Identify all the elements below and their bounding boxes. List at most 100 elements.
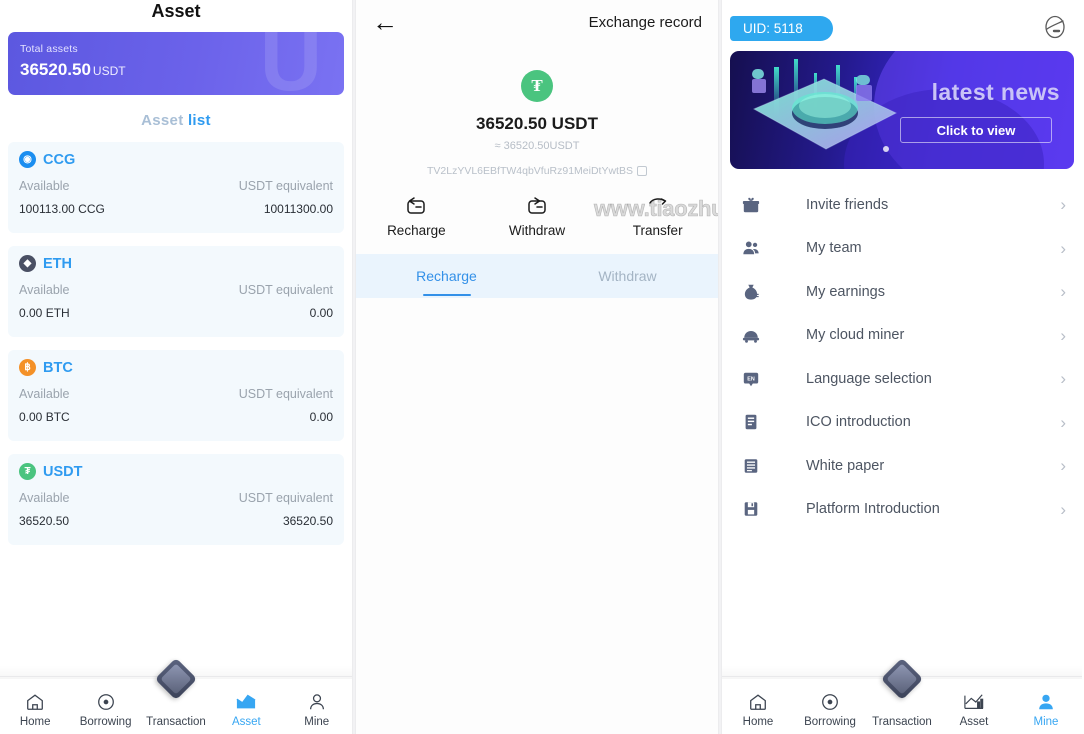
- transfer-button[interactable]: Transfer: [597, 195, 718, 238]
- left-tab-mine[interactable]: Mine: [282, 690, 352, 728]
- mine-panel: UID: 5118 latest news Click to view Invi…: [722, 0, 1082, 734]
- wallet-address: TV2LzYVL6EBfTW4qbVfuRz91MeiDtYwtBS: [426, 165, 633, 177]
- page-title: Asset: [151, 1, 201, 21]
- asset-card-values: 0.00 BTC 0.00: [19, 410, 333, 424]
- equivalent-label: USDT equivalent: [238, 491, 333, 505]
- menu-item-ico-introduction[interactable]: ICO introduction ›: [722, 401, 1082, 445]
- back-arrow-icon[interactable]: ←: [372, 9, 398, 35]
- asset-panel: Asset U Total assets 36520.50 USDT Asset …: [0, 0, 352, 734]
- news-banner[interactable]: latest news Click to view: [730, 51, 1074, 169]
- right-tab-label: Borrowing: [804, 716, 856, 728]
- mine-menu-list: Invite friends › My team › My earnings ›…: [722, 183, 1082, 531]
- recharge-withdraw-tabs: Recharge Withdraw: [356, 254, 718, 298]
- asset-card-eth[interactable]: ◆ ETH Available USDT equivalent 0.00 ETH…: [8, 246, 344, 337]
- asset-list-heading-part2: list: [187, 112, 211, 129]
- asset-card-values: 100113.00 CCG 10011300.00: [19, 202, 333, 216]
- asset-symbol: ETH: [43, 255, 72, 272]
- balance-amount: 36520.50 USDT: [476, 114, 598, 133]
- left-tab-label: Asset: [231, 716, 261, 728]
- left-tab-transaction[interactable]: Transaction: [141, 657, 211, 728]
- gift-icon: [742, 196, 768, 214]
- total-assets-card: U Total assets 36520.50 USDT: [8, 32, 344, 95]
- menu-item-label: White paper: [806, 457, 885, 474]
- left-tab-label: Transaction: [146, 716, 206, 728]
- right-tab-asset[interactable]: Asset: [938, 690, 1010, 728]
- bottom-navigation[interactable]: Home Borrowing Transaction Asset Mine: [0, 657, 352, 734]
- home-icon: [722, 690, 794, 714]
- asset-symbol: USDT: [43, 463, 83, 480]
- total-assets-unit: USDT: [92, 64, 126, 78]
- chevron-right-icon: ›: [1060, 369, 1066, 389]
- paper-icon: [742, 457, 768, 475]
- wallet-address-row[interactable]: TV2LzYVL6EBfTW4qbVfuRz91MeiDtYwtBS: [356, 165, 718, 177]
- right-tab-label: Home: [742, 716, 774, 728]
- menu-item-my-cloud-miner[interactable]: My cloud miner ›: [722, 314, 1082, 358]
- menu-item-my-earnings[interactable]: My earnings ›: [722, 270, 1082, 314]
- equivalent-value: 10011300.00: [263, 202, 333, 216]
- eth-icon: ◆: [19, 255, 36, 272]
- chevron-right-icon: ›: [1060, 195, 1066, 215]
- withdraw-label: Withdraw: [508, 223, 566, 238]
- menu-item-label: Platform Introduction: [806, 501, 940, 518]
- asset-card-usdt[interactable]: ₮ USDT Available USDT equivalent 36520.5…: [8, 454, 344, 545]
- three-panel-screenshot: Asset U Total assets 36520.50 USDT Asset …: [0, 0, 1084, 734]
- equivalent-value: 36520.50: [282, 514, 333, 528]
- btc-icon: ฿: [19, 359, 36, 376]
- right-tab-home[interactable]: Home: [722, 690, 794, 728]
- asset-card-header: ฿ BTC: [19, 359, 333, 376]
- right-tab-label: Mine: [1033, 716, 1059, 728]
- middle-header: ← Exchange record: [356, 0, 718, 44]
- available-value: 100113.00 CCG: [19, 202, 105, 216]
- left-tab-asset[interactable]: Asset: [211, 690, 281, 728]
- available-label: Available: [19, 179, 70, 193]
- asset-card-labels: Available USDT equivalent: [19, 179, 333, 193]
- banner-cta-button[interactable]: Click to view: [900, 117, 1052, 143]
- menu-item-label: My earnings: [806, 283, 885, 300]
- menu-item-invite-friends[interactable]: Invite friends ›: [722, 183, 1082, 227]
- menu-item-my-team[interactable]: My team ›: [722, 227, 1082, 271]
- available-value: 36520.50: [19, 514, 70, 528]
- banner-artwork: [752, 59, 898, 152]
- equivalent-value: 0.00: [309, 410, 333, 424]
- banner-title: latest news: [931, 79, 1060, 105]
- menu-item-platform-introduction[interactable]: Platform Introduction ›: [722, 488, 1082, 532]
- right-tab-mine[interactable]: Mine: [1010, 690, 1082, 728]
- middle-page-title: Exchange record: [588, 13, 702, 31]
- menu-item-white-paper[interactable]: White paper ›: [722, 444, 1082, 488]
- asset-card-btc[interactable]: ฿ BTC Available USDT equivalent 0.00 BTC…: [8, 350, 344, 441]
- money-bag-icon: [742, 283, 768, 301]
- exchange-record-panel: ← Exchange record ₮ 36520.50 USDT ≈ 3652…: [356, 0, 718, 734]
- withdraw-button[interactable]: Withdraw: [477, 195, 598, 238]
- left-tab-borrowing[interactable]: Borrowing: [70, 690, 140, 728]
- left-tab-home[interactable]: Home: [0, 690, 70, 728]
- right-tab-label: Transaction: [872, 716, 932, 728]
- chevron-right-icon: ›: [1060, 456, 1066, 476]
- menu-item-label: Language selection: [806, 370, 932, 387]
- usdt-icon: ₮: [19, 463, 36, 480]
- withdraw-icon: [477, 195, 598, 217]
- available-value: 0.00 BTC: [19, 410, 70, 424]
- menu-item-language-selection[interactable]: EN Language selection ›: [722, 357, 1082, 401]
- recharge-button[interactable]: Recharge: [356, 195, 477, 238]
- right-tab-transaction[interactable]: Transaction: [866, 657, 938, 728]
- copy-icon[interactable]: [637, 166, 647, 176]
- chart-icon: [211, 690, 281, 714]
- asset-card-labels: Available USDT equivalent: [19, 491, 333, 505]
- uid-badge: UID: 5118: [730, 16, 833, 41]
- tab-withdraw[interactable]: Withdraw: [537, 268, 718, 284]
- headset-icon[interactable]: [1042, 14, 1068, 45]
- asset-card-ccg[interactable]: ◉ CCG Available USDT equivalent 100113.0…: [8, 142, 344, 233]
- right-tab-borrowing[interactable]: Borrowing: [794, 690, 866, 728]
- asset-card-header: ₮ USDT: [19, 463, 333, 480]
- asset-card-labels: Available USDT equivalent: [19, 283, 333, 297]
- team-icon: [742, 239, 768, 257]
- asset-card-header: ◆ ETH: [19, 255, 333, 272]
- home-icon: [0, 690, 70, 714]
- menu-item-label: My team: [806, 240, 862, 257]
- usdt-watermark-letter: U: [259, 32, 322, 95]
- available-label: Available: [19, 491, 70, 505]
- bottom-navigation[interactable]: Home Borrowing Transaction Asset Mine: [722, 657, 1082, 734]
- miner-icon: [742, 326, 768, 344]
- chevron-right-icon: ›: [1060, 412, 1066, 432]
- tab-recharge[interactable]: Recharge: [356, 268, 537, 284]
